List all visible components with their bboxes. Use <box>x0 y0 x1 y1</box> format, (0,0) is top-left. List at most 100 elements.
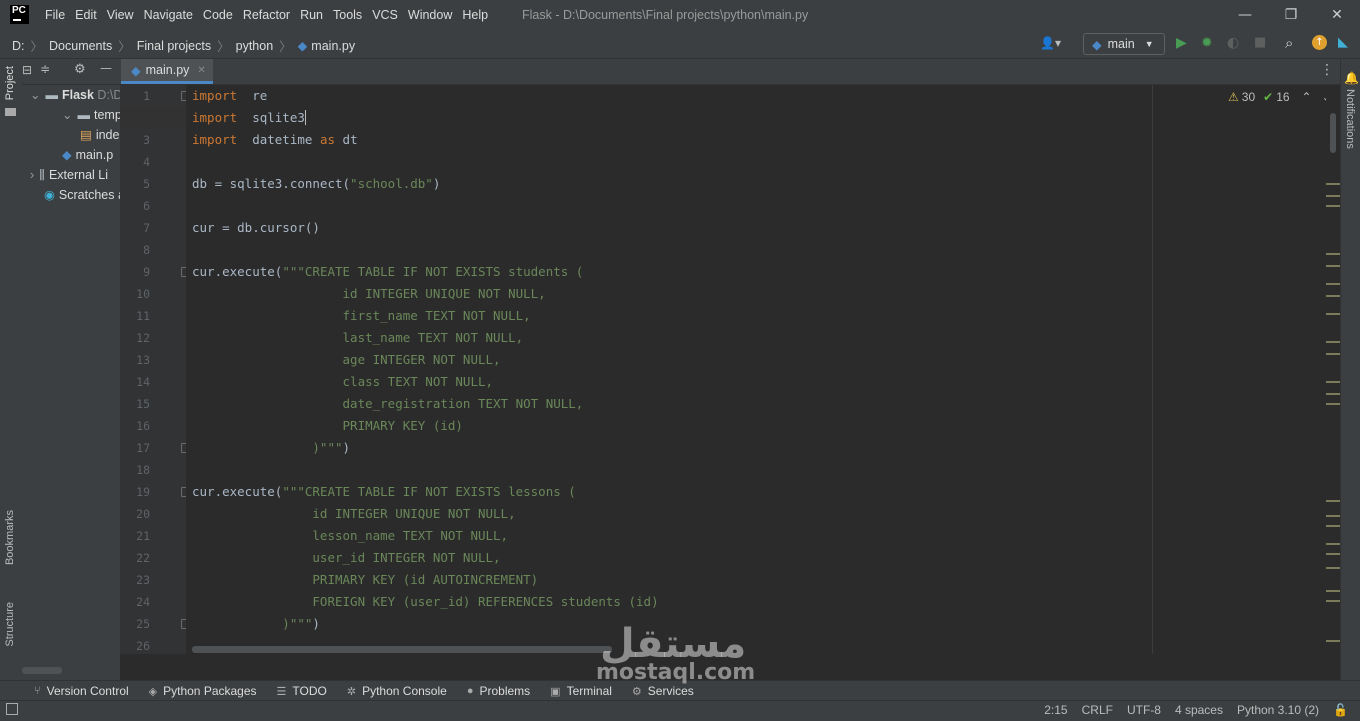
menu-item-view[interactable]: View <box>107 8 134 22</box>
error-stripe-mark[interactable] <box>1326 195 1340 197</box>
menu-item-window[interactable]: Window <box>408 8 452 22</box>
tab-main-py[interactable]: ◆ main.py ✕ <box>121 59 213 84</box>
error-stripe-mark[interactable] <box>1326 500 1340 502</box>
menu-item-file[interactable]: File <box>45 8 65 22</box>
run-config-selector[interactable]: ◆ main ▼ <box>1083 33 1165 55</box>
chevron-right-icon[interactable]: › <box>30 168 34 182</box>
tool-window-services[interactable]: ⚙ Services <box>632 684 694 698</box>
notifications-tool-tab[interactable]: Notifications <box>1344 89 1356 149</box>
breadcrumb-item[interactable]: Final projects <box>137 39 211 53</box>
expand-icon[interactable]: ≑ <box>40 62 50 76</box>
folder-icon <box>5 108 16 116</box>
tool-window-python-console[interactable]: ✲ Python Console <box>347 684 447 698</box>
error-stripe-mark[interactable] <box>1326 283 1340 285</box>
line-number: 20 <box>136 507 150 521</box>
error-stripe-mark[interactable] <box>1326 295 1340 297</box>
panel-scrollbar[interactable] <box>22 667 62 674</box>
tool-window-problems[interactable]: ● Problems <box>467 684 530 698</box>
layout-icon[interactable] <box>6 703 18 715</box>
run-icon[interactable]: ▶ <box>1176 35 1187 51</box>
chevron-down-icon[interactable]: ⌄ <box>62 108 72 122</box>
structure-tool-tab[interactable]: Structure <box>4 602 16 647</box>
editor-vertical-scrollbar[interactable] <box>1326 85 1340 654</box>
error-stripe-mark[interactable] <box>1326 403 1340 405</box>
code-editor[interactable]: import re import sqlite3 import datetime a… <box>186 85 1326 654</box>
error-stripe-mark[interactable] <box>1326 253 1340 255</box>
hscroll-thumb[interactable] <box>192 646 612 653</box>
search-icon[interactable]: ⌕ <box>1285 34 1293 52</box>
inspection-widget[interactable]: ⚠ 30 ✔ 16 ⌃ ⌄ <box>1228 90 1332 104</box>
minimize-button[interactable]: — <box>1222 0 1268 30</box>
menu-item-tools[interactable]: Tools <box>333 8 362 22</box>
error-stripe-mark[interactable] <box>1326 515 1340 517</box>
right-tool-strip: 🔔 Notifications <box>1340 59 1360 680</box>
interpreter[interactable]: Python 3.10 (2) <box>1237 703 1319 717</box>
file-encoding[interactable]: UTF-8 <box>1127 703 1161 717</box>
terminal-icon: ▣ <box>550 685 561 698</box>
maximize-button[interactable]: ❐ <box>1268 0 1314 30</box>
error-stripe-mark[interactable] <box>1326 381 1340 383</box>
lock-icon[interactable]: 🔓 <box>1333 703 1348 717</box>
caret-position[interactable]: 2:15 <box>1044 703 1067 717</box>
chevron-up-icon[interactable]: ⌃ <box>1302 90 1312 104</box>
bookmarks-tool-tab[interactable]: Bookmarks <box>4 510 16 565</box>
breadcrumb-item[interactable]: main.py <box>311 39 355 53</box>
close-tab-icon[interactable]: ✕ <box>197 65 205 76</box>
update-icon[interactable]: ↑ <box>1312 35 1327 50</box>
user-icon[interactable]: 👤▾ <box>1040 36 1061 50</box>
coverage-icon[interactable]: ◐ <box>1227 35 1239 51</box>
code-string: id INTEGER UNIQUE NOT NULL, <box>192 286 546 301</box>
tool-window-version-control[interactable]: ⑂ Version Control <box>34 684 129 698</box>
error-stripe-mark[interactable] <box>1326 600 1340 602</box>
code-string: class TEXT NOT NULL, <box>192 374 494 389</box>
more-tabs-icon[interactable]: ⋮ <box>1320 62 1334 78</box>
collapse-icon[interactable]: ⊟ <box>22 63 32 77</box>
breadcrumb-item[interactable]: D: <box>12 39 25 53</box>
error-stripe-mark[interactable] <box>1326 353 1340 355</box>
menu-item-help[interactable]: Help <box>462 8 488 22</box>
stop-icon[interactable]: ■ <box>1254 35 1266 50</box>
tree-item[interactable]: ⌄ ▬ Flask D:\D <box>30 85 120 105</box>
error-stripe-mark[interactable] <box>1326 640 1340 642</box>
scroll-thumb[interactable] <box>1330 113 1336 153</box>
error-stripe-mark[interactable] <box>1326 543 1340 545</box>
project-tool-tab[interactable]: Project <box>4 66 16 100</box>
menu-item-vcs[interactable]: VCS <box>372 8 398 22</box>
debug-icon[interactable]: ✹ <box>1201 35 1213 51</box>
error-stripe-mark[interactable] <box>1326 590 1340 592</box>
tree-item[interactable]: ⌄ ▬templa <box>62 105 120 125</box>
tree-item[interactable]: ◆ main.p <box>62 145 113 165</box>
error-stripe-mark[interactable] <box>1326 393 1340 395</box>
error-stripe-mark[interactable] <box>1326 567 1340 569</box>
chevron-down-icon[interactable]: ⌄ <box>30 88 40 102</box>
tool-window-todo[interactable]: ☰ TODO <box>277 684 327 698</box>
tree-item[interactable]: › ⫼ External Li <box>30 165 108 185</box>
close-window-button[interactable]: ✕ <box>1314 0 1360 30</box>
jetbrains-icon[interactable]: ◣ <box>1338 35 1348 50</box>
error-stripe-mark[interactable] <box>1326 553 1340 555</box>
tree-item[interactable]: ▤ inde <box>80 125 119 145</box>
error-stripe-mark[interactable] <box>1326 341 1340 343</box>
hide-icon[interactable]: — <box>100 61 112 75</box>
menu-item-code[interactable]: Code <box>203 8 233 22</box>
error-stripe-mark[interactable] <box>1326 265 1340 267</box>
error-stripe-mark[interactable] <box>1326 183 1340 185</box>
error-stripe-mark[interactable] <box>1326 525 1340 527</box>
menu-item-navigate[interactable]: Navigate <box>144 8 193 22</box>
menu-item-run[interactable]: Run <box>300 8 323 22</box>
breadcrumb-item[interactable]: python <box>236 39 274 53</box>
tool-window-terminal[interactable]: ▣ Terminal <box>550 684 612 698</box>
code-string: PRIMARY KEY (id) <box>192 418 463 433</box>
tool-window-python-packages[interactable]: ◈ Python Packages <box>149 684 257 698</box>
gear-icon[interactable]: ⚙ <box>74 62 86 77</box>
line-separator[interactable]: CRLF <box>1082 703 1113 717</box>
tree-item[interactable]: ◉ Scratches a <box>44 185 120 205</box>
indent-setting[interactable]: 4 spaces <box>1175 703 1223 717</box>
code-line: id INTEGER UNIQUE NOT NULL, <box>192 283 546 305</box>
menu-item-edit[interactable]: Edit <box>75 8 97 22</box>
error-stripe-mark[interactable] <box>1326 313 1340 315</box>
breadcrumb-item[interactable]: Documents <box>49 39 112 53</box>
bell-icon[interactable]: 🔔 <box>1344 71 1359 85</box>
error-stripe-mark[interactable] <box>1326 205 1340 207</box>
menu-item-refactor[interactable]: Refactor <box>243 8 290 22</box>
